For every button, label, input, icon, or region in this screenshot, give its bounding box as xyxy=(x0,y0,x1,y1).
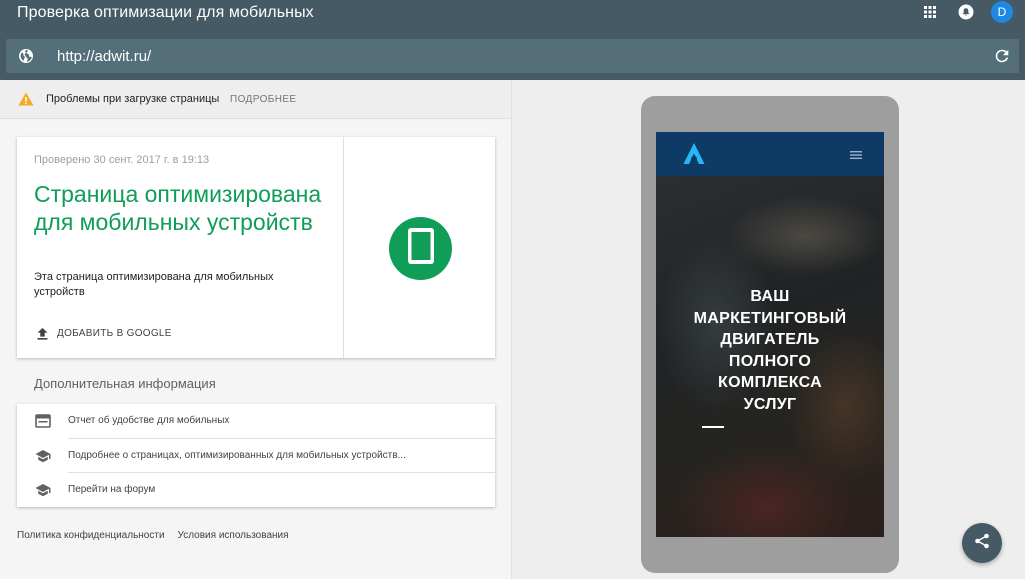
phone-frame: ВАШ МАРКЕТИНГОВЫЙ ДВИГАТЕЛЬ ПОЛНОГО КОМП… xyxy=(641,96,899,573)
smartphone-icon xyxy=(407,228,434,269)
hamburger-menu-icon xyxy=(850,147,862,159)
add-to-google-label: ДОБАВИТЬ В GOOGLE xyxy=(57,327,172,339)
share-icon xyxy=(974,533,990,554)
warning-details-link[interactable]: ПОДРОБНЕЕ xyxy=(230,94,296,105)
hero-line: УСЛУГ xyxy=(743,395,797,413)
hero-line: ДВИГАТЕЛЬ xyxy=(720,331,820,348)
result-description: Эта страница оптимизирована для мобильны… xyxy=(34,271,274,298)
header-actions: D xyxy=(919,1,1013,23)
globe-icon xyxy=(18,48,34,64)
result-title: Страница оптимизирована для мобильных ус… xyxy=(34,181,322,235)
notifications-icon[interactable] xyxy=(955,1,977,23)
school-icon xyxy=(35,449,51,463)
account-avatar[interactable]: D xyxy=(991,1,1013,23)
site-logo xyxy=(682,142,706,166)
privacy-link[interactable]: Политика конфиденциальности xyxy=(17,530,165,541)
hero-line: ПОЛНОГО xyxy=(728,352,812,370)
reload-icon[interactable] xyxy=(995,49,1009,63)
more-info-list: Отчет об удобстве для мобильных Подробне… xyxy=(17,404,495,507)
page-load-warning: Проблемы при загрузке страницы ПОДРОБНЕЕ xyxy=(0,80,511,119)
warning-text: Проблемы при загрузке страницы xyxy=(46,93,220,105)
school-icon xyxy=(35,483,51,497)
list-item-learn-more[interactable]: Подробнее о страницах, оптимизированных … xyxy=(17,439,495,473)
hero-image: ВАШ МАРКЕТИНГОВЫЙ ДВИГАТЕЛЬ ПОЛНОГО КОМП… xyxy=(656,176,884,537)
share-button[interactable] xyxy=(962,523,1002,563)
phone-screen-preview: ВАШ МАРКЕТИНГОВЫЙ ДВИГАТЕЛЬ ПОЛНОГО КОМП… xyxy=(656,132,884,537)
hero-underline xyxy=(702,426,724,428)
warning-icon xyxy=(18,92,34,106)
list-item-forum[interactable]: Перейти на форум xyxy=(17,473,495,507)
list-item-label: Отчет об удобстве для мобильных xyxy=(68,415,230,426)
site-navbar xyxy=(656,132,884,176)
list-item-label: Перейти на форум xyxy=(68,484,156,495)
hero-line: КОМПЛЕКСА xyxy=(718,374,822,391)
mobile-friendly-badge xyxy=(389,217,452,280)
report-icon xyxy=(35,414,51,428)
url-bar[interactable]: http://adwit.ru/ xyxy=(6,39,1019,73)
footer-links: Политика конфиденциальности Условия испо… xyxy=(17,530,289,541)
list-item-usability-report[interactable]: Отчет об удобстве для мобильных xyxy=(17,404,495,438)
app-header: Проверка оптимизации для мобильных D htt… xyxy=(0,0,1025,80)
page-title: Проверка оптимизации для мобильных xyxy=(17,4,314,21)
checked-timestamp: Проверено 30 сент. 2017 г. в 19:13 xyxy=(34,154,210,166)
result-card: Проверено 30 сент. 2017 г. в 19:13 Стран… xyxy=(17,137,495,358)
terms-link[interactable]: Условия использования xyxy=(178,530,289,541)
upload-icon xyxy=(37,327,48,340)
add-to-google-button[interactable]: ДОБАВИТЬ В GOOGLE xyxy=(37,327,172,340)
preview-panel: ВАШ МАРКЕТИНГОВЫЙ ДВИГАТЕЛЬ ПОЛНОГО КОМП… xyxy=(513,80,1025,579)
list-item-label: Подробнее о страницах, оптимизированных … xyxy=(68,450,406,461)
result-summary: Проверено 30 сент. 2017 г. в 19:13 Стран… xyxy=(17,137,344,358)
results-panel: Проблемы при загрузке страницы ПОДРОБНЕЕ… xyxy=(0,80,512,579)
url-text[interactable]: http://adwit.ru/ xyxy=(57,48,151,65)
hero-line: МАРКЕТИНГОВЫЙ xyxy=(693,309,847,327)
hero-line: ВАШ xyxy=(750,288,790,305)
apps-grid-icon[interactable] xyxy=(919,1,941,23)
hero-headline: ВАШ МАРКЕТИНГОВЫЙ ДВИГАТЕЛЬ ПОЛНОГО КОМП… xyxy=(656,286,884,415)
more-info-heading: Дополнительная информация xyxy=(34,376,216,391)
